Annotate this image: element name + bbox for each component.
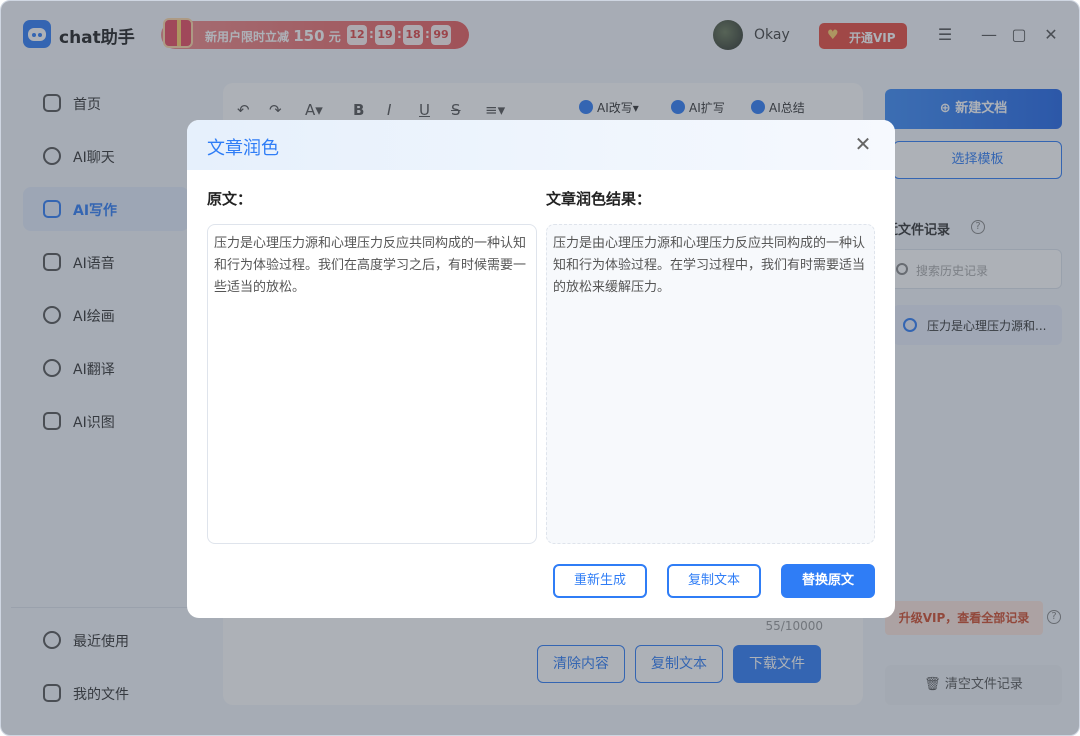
original-text-area[interactable]: 压力是心理压力源和心理压力反应共同构成的一种认知和行为体验过程。我们在高度学习之…	[207, 224, 537, 544]
close-icon[interactable]: ✕	[851, 132, 875, 156]
dialog-title: 文章润色	[207, 138, 279, 159]
regenerate-button[interactable]: 重新生成	[553, 564, 647, 598]
polish-dialog: 文章润色 ✕ 原文： 文章润色结果： 压力是心理压力源和心理压力反应共同构成的一…	[187, 120, 895, 618]
original-label: 原文：	[207, 190, 253, 208]
copy-result-button[interactable]: 复制文本	[667, 564, 761, 598]
result-label: 文章润色结果：	[546, 190, 652, 208]
replace-original-button[interactable]: 替换原文	[781, 564, 875, 598]
app-window: chat助手 新用户限时立减 150 元 12 : 19 : 18 : 99 O…	[0, 0, 1080, 736]
result-text-area[interactable]: 压力是由心理压力源和心理压力反应共同构成的一种认知和行为体验过程。在学习过程中，…	[546, 224, 875, 544]
dialog-header: 文章润色 ✕	[187, 120, 895, 170]
